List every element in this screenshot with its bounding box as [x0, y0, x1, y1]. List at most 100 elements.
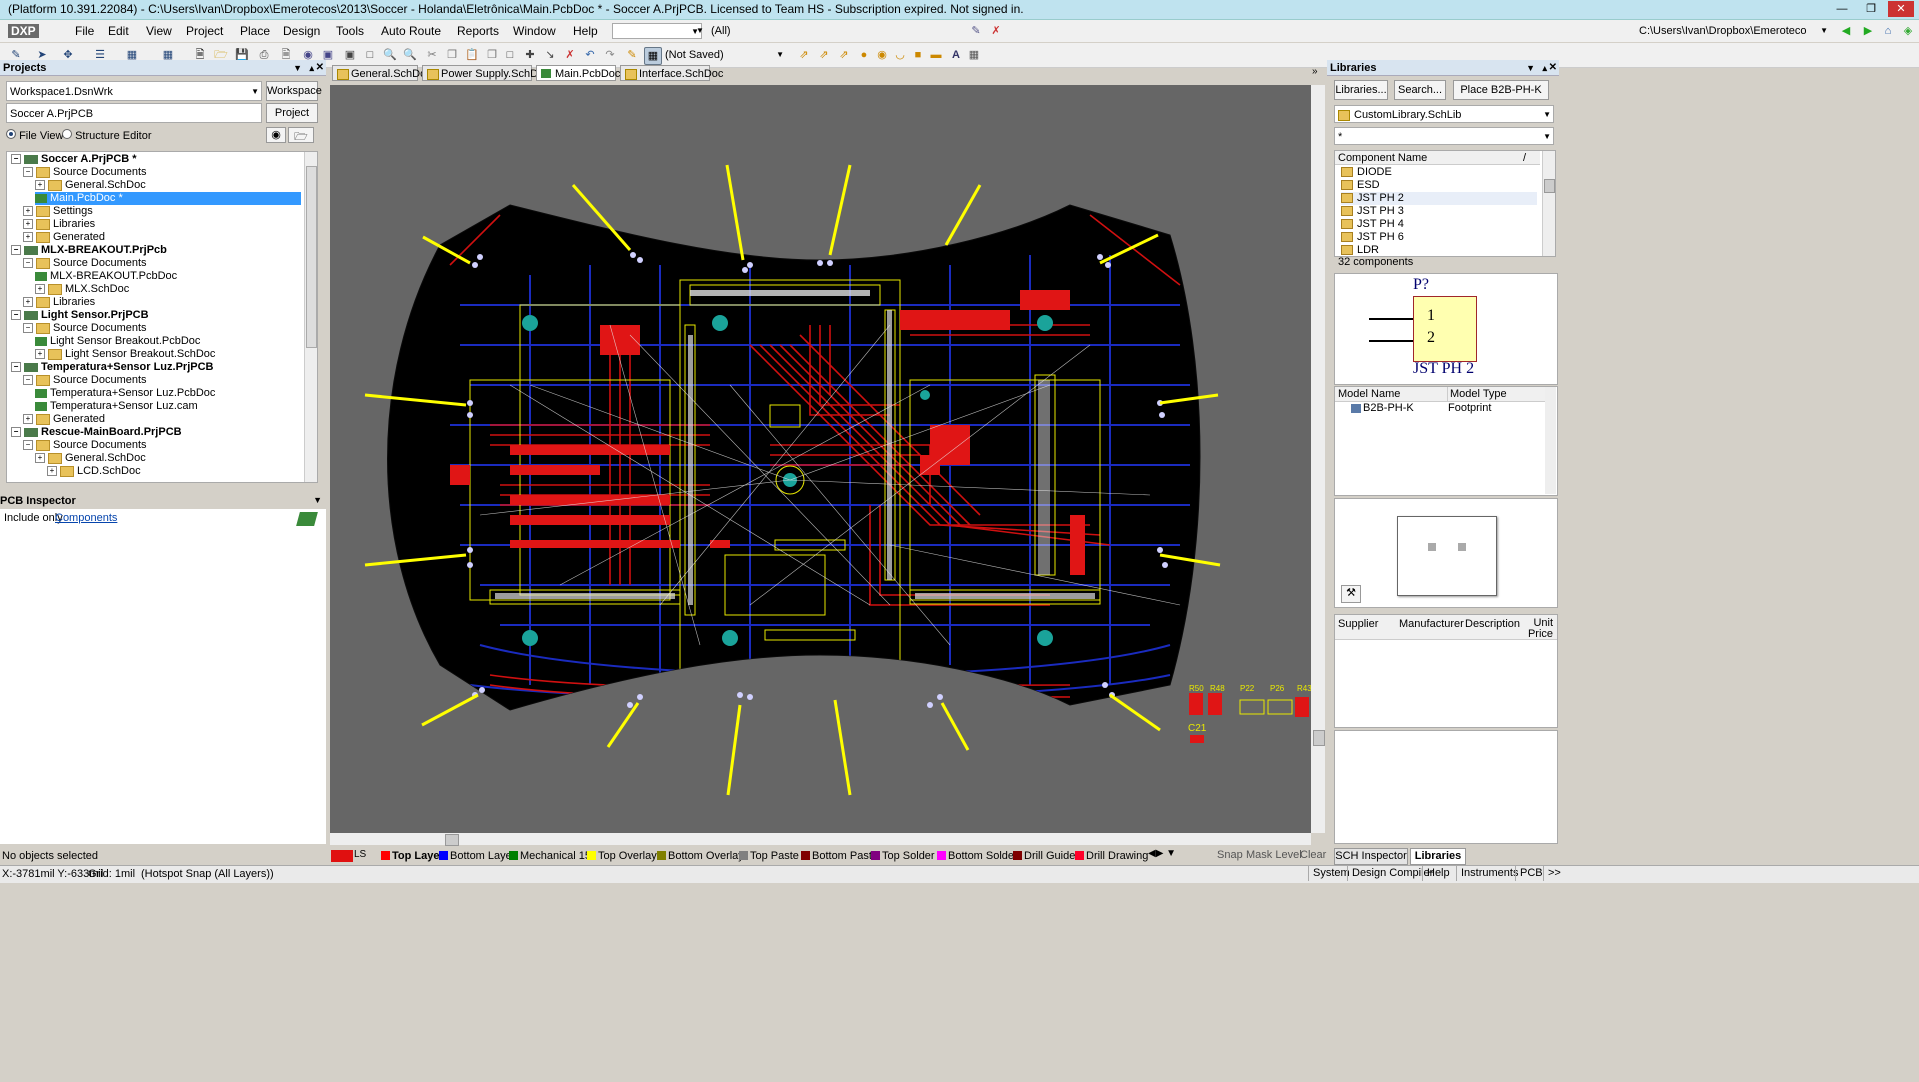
tree-folder[interactable]: − Source Documents [23, 374, 301, 387]
menu-file[interactable]: File [75, 24, 94, 38]
copy-icon[interactable]: ❐ [444, 47, 460, 63]
layer-tab-top-paste[interactable]: Top Paste [738, 848, 799, 864]
tree-project[interactable]: − Soccer A.PrjPCB * [11, 153, 301, 166]
cut-icon[interactable]: ✂ [424, 47, 440, 63]
tree-folder[interactable]: + Generated [23, 231, 301, 244]
expand-icon[interactable]: − [11, 310, 21, 321]
path-combo[interactable]: C:\Users\Ivan\Dropbox\Emeroteco ▼ [1636, 23, 1834, 39]
layer-tab-bottom-overlay[interactable]: Bottom Overlay [656, 848, 744, 864]
web-icon[interactable]: ◈ [1900, 23, 1916, 39]
expand-icon[interactable]: + [23, 219, 33, 230]
tree-folder[interactable]: + Light Sensor Breakout.SchDoc [35, 348, 301, 361]
panel-close-icon[interactable]: ✕ [316, 60, 324, 76]
expand-icon[interactable]: + [35, 284, 45, 295]
filter-apply-icon[interactable]: ✎ [968, 23, 984, 39]
tree-project[interactable]: − MLX-BREAKOUT.PrjPcb [11, 244, 301, 257]
model-list-scrollbar[interactable] [1545, 387, 1556, 494]
unit-price-column[interactable]: Unit Price [1521, 618, 1553, 640]
expand-icon[interactable]: − [23, 167, 33, 178]
menu-project[interactable]: Project [186, 24, 223, 38]
layer-tab-bottom-paste[interactable]: Bottom Paste [800, 848, 878, 864]
highlight-icon[interactable]: ✎ [624, 47, 640, 63]
component-item[interactable]: JST PH 6 [1341, 231, 1537, 244]
tree-document[interactable]: MLX-BREAKOUT.PcbDoc [35, 270, 301, 283]
tree-folder[interactable]: + Libraries [23, 218, 301, 231]
libraries-pin-icon[interactable]: ▴ [1542, 60, 1547, 76]
tree-folder[interactable]: + Generated [23, 413, 301, 426]
layer-set-indicator[interactable]: LS [330, 848, 368, 864]
pcb-canvas[interactable]: R50 R48 P22 P26 R43 C21 [330, 85, 1311, 833]
tab-libraries[interactable]: Libraries [1410, 848, 1466, 865]
libraries-menu-icon[interactable]: ▼ [1526, 60, 1535, 76]
workspace-button[interactable]: Workspace [266, 81, 322, 101]
instruments-button[interactable]: Instruments [1456, 866, 1518, 881]
diff-pair-icon[interactable]: ⇗ [816, 47, 832, 63]
menu-place[interactable]: Place [240, 24, 270, 38]
clear-label[interactable]: Clear [1300, 849, 1326, 861]
tab-sch-inspector[interactable]: SCH Inspector [1334, 848, 1408, 865]
zoom-area-icon[interactable]: □ [362, 47, 378, 63]
expand-icon[interactable]: − [23, 323, 33, 334]
via-icon[interactable]: ◉ [874, 47, 890, 63]
variant-combo[interactable]: (Not Saved) ▼ [662, 47, 786, 63]
tab-general-schdoc[interactable]: General.SchDoc [332, 65, 432, 81]
minimize-button[interactable]: — [1829, 1, 1855, 17]
component-item[interactable]: ESD [1341, 179, 1537, 192]
panel-menu-icon[interactable]: ▼ [293, 60, 302, 76]
model-name-column[interactable]: Model Name [1338, 387, 1400, 401]
menu-tools[interactable]: Tools [336, 24, 364, 38]
zoom-out-icon[interactable]: 🔍 [402, 47, 418, 63]
design-compiler-button[interactable]: Design Compiler [1347, 866, 1433, 881]
tree-document[interactable]: Temperatura+Sensor Luz.cam [35, 400, 301, 413]
file-view-radio[interactable]: File View [6, 129, 64, 142]
pad-icon[interactable]: ● [856, 47, 872, 63]
move-selection-icon[interactable]: ✚ [522, 47, 538, 63]
project-field[interactable]: Soccer A.PrjPCB [6, 103, 262, 123]
net-color-icon[interactable]: ▦ [644, 47, 662, 65]
menu-edit[interactable]: Edit [108, 24, 129, 38]
menu-window[interactable]: Window [513, 24, 556, 38]
tree-folder[interactable]: + LCD.SchDoc [47, 465, 301, 478]
undo-icon[interactable]: ↶ [582, 47, 598, 63]
filter-combo[interactable]: ▼ (All) [696, 23, 798, 39]
pin-icon[interactable]: ▴ [309, 60, 314, 76]
description-column[interactable]: Description [1465, 618, 1520, 630]
tab-main-pcbdoc[interactable]: Main.PcbDoc * [536, 65, 628, 81]
clear-selection-icon[interactable]: ✗ [562, 47, 578, 63]
tree-folder[interactable]: − Source Documents [23, 322, 301, 335]
redo-icon[interactable]: ↷ [602, 47, 618, 63]
tree-folder[interactable]: + Settings [23, 205, 301, 218]
snap-label[interactable]: Snap [1217, 849, 1243, 861]
supplier-column[interactable]: Supplier [1338, 618, 1378, 630]
component-item[interactable]: JST PH 2 [1341, 192, 1537, 205]
expand-icon[interactable]: + [35, 349, 45, 360]
expand-icon[interactable]: + [23, 232, 33, 243]
mask-level-label[interactable]: Mask Level [1246, 849, 1302, 861]
tree-folder[interactable]: + General.SchDoc [35, 179, 301, 192]
structure-editor-radio[interactable]: Structure Editor [62, 129, 151, 142]
expand-icon[interactable]: + [35, 453, 45, 464]
horizontal-scrollbar[interactable] [330, 833, 1311, 846]
layer-tab-drill-guide[interactable]: Drill Guide [1012, 848, 1075, 864]
workspace-combo[interactable]: Workspace1.DsnWrk ▼ [6, 81, 262, 101]
component-icon[interactable]: ▦ [966, 47, 982, 63]
menu-view[interactable]: View [146, 24, 172, 38]
component-filter-field[interactable]: * ▼ [1334, 127, 1554, 145]
tab-interface-schdoc[interactable]: Interface.SchDoc [620, 65, 723, 81]
zoom-in-icon[interactable]: 🔍 [382, 47, 398, 63]
menu-dxp[interactable]: DXP [8, 24, 39, 38]
layer-tab-top-overlay[interactable]: Top Overlay [586, 848, 657, 864]
component-name-header[interactable]: Component Name / [1335, 151, 1540, 165]
tree-folder[interactable]: − Source Documents [23, 439, 301, 452]
menu-design[interactable]: Design [283, 24, 320, 38]
menu-reports[interactable]: Reports [457, 24, 499, 38]
expand-icon[interactable]: + [23, 206, 33, 217]
compile-icon[interactable]: ◉ [266, 127, 286, 143]
3d-view-icon[interactable]: ⚒ [1341, 585, 1361, 603]
multi-route-icon[interactable]: ⇗ [836, 47, 852, 63]
search-button[interactable]: Search... [1394, 80, 1446, 100]
tree-document[interactable]: Main.PcbDoc * [35, 192, 301, 205]
vertical-scrollbar[interactable] [1311, 85, 1325, 833]
arc-icon[interactable]: ◡ [892, 47, 908, 63]
folder-options-icon[interactable]: 🗁 [288, 127, 314, 143]
